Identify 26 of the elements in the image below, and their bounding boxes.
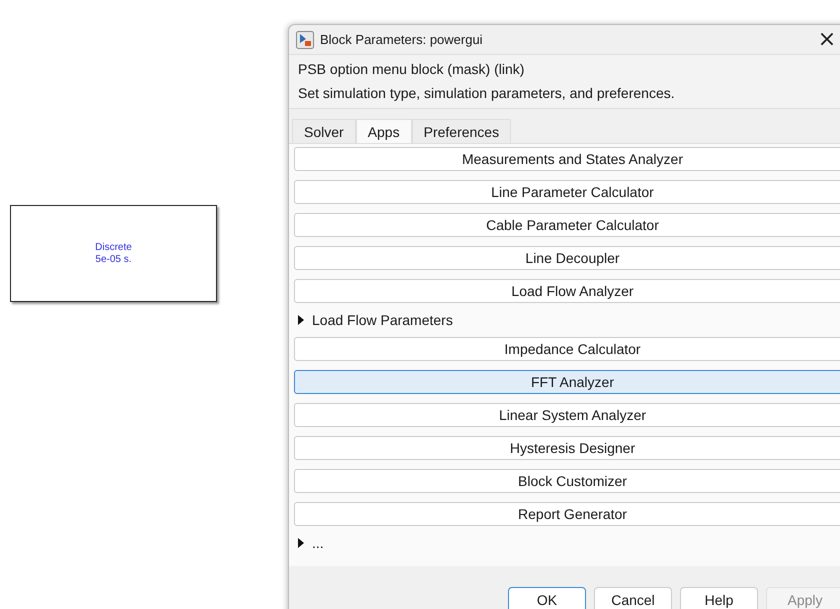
simulink-block[interactable]: Discrete 5e-05 s. [10,205,217,302]
dialog-button[interactable]: OK [508,587,586,609]
close-button[interactable]: × [816,28,838,50]
block-label: Discrete 5e-05 s. [95,242,132,266]
tab[interactable]: Preferences [412,119,512,143]
dialog-button[interactable]: Cancel [594,587,672,609]
app-button[interactable]: Report Generator [294,502,840,526]
app-button[interactable]: Line Parameter Calculator [294,180,840,204]
tab[interactable]: Apps [356,119,412,143]
section-toggle[interactable]: Load Flow Parameters [294,312,840,328]
description-text: Set simulation type, simulation parameters, and preferences. [298,85,676,101]
app-button[interactable]: Cable Parameter Calculator [294,213,840,237]
section-toggle[interactable]: ... [294,535,840,551]
app-button[interactable]: Load Flow Analyzer [294,279,840,303]
app-button[interactable]: FFT Analyzer [294,370,840,394]
app-icon [296,30,314,48]
app-button[interactable]: Linear System Analyzer [294,403,840,427]
app-button[interactable]: Measurements and States Analyzer [294,147,840,171]
mask-heading: PSB option menu block (mask) (link) [298,61,526,77]
dialog-button[interactable]: Help [680,587,758,609]
app-button[interactable]: Line Decoupler [294,246,840,270]
app-button[interactable]: Hysteresis Designer [294,436,840,460]
tab[interactable]: Solver [292,119,356,143]
app-button[interactable]: Block Customizer [294,469,840,493]
window-title: Block Parameters: powergui [320,32,484,47]
app-button[interactable]: Impedance Calculator [294,337,840,361]
